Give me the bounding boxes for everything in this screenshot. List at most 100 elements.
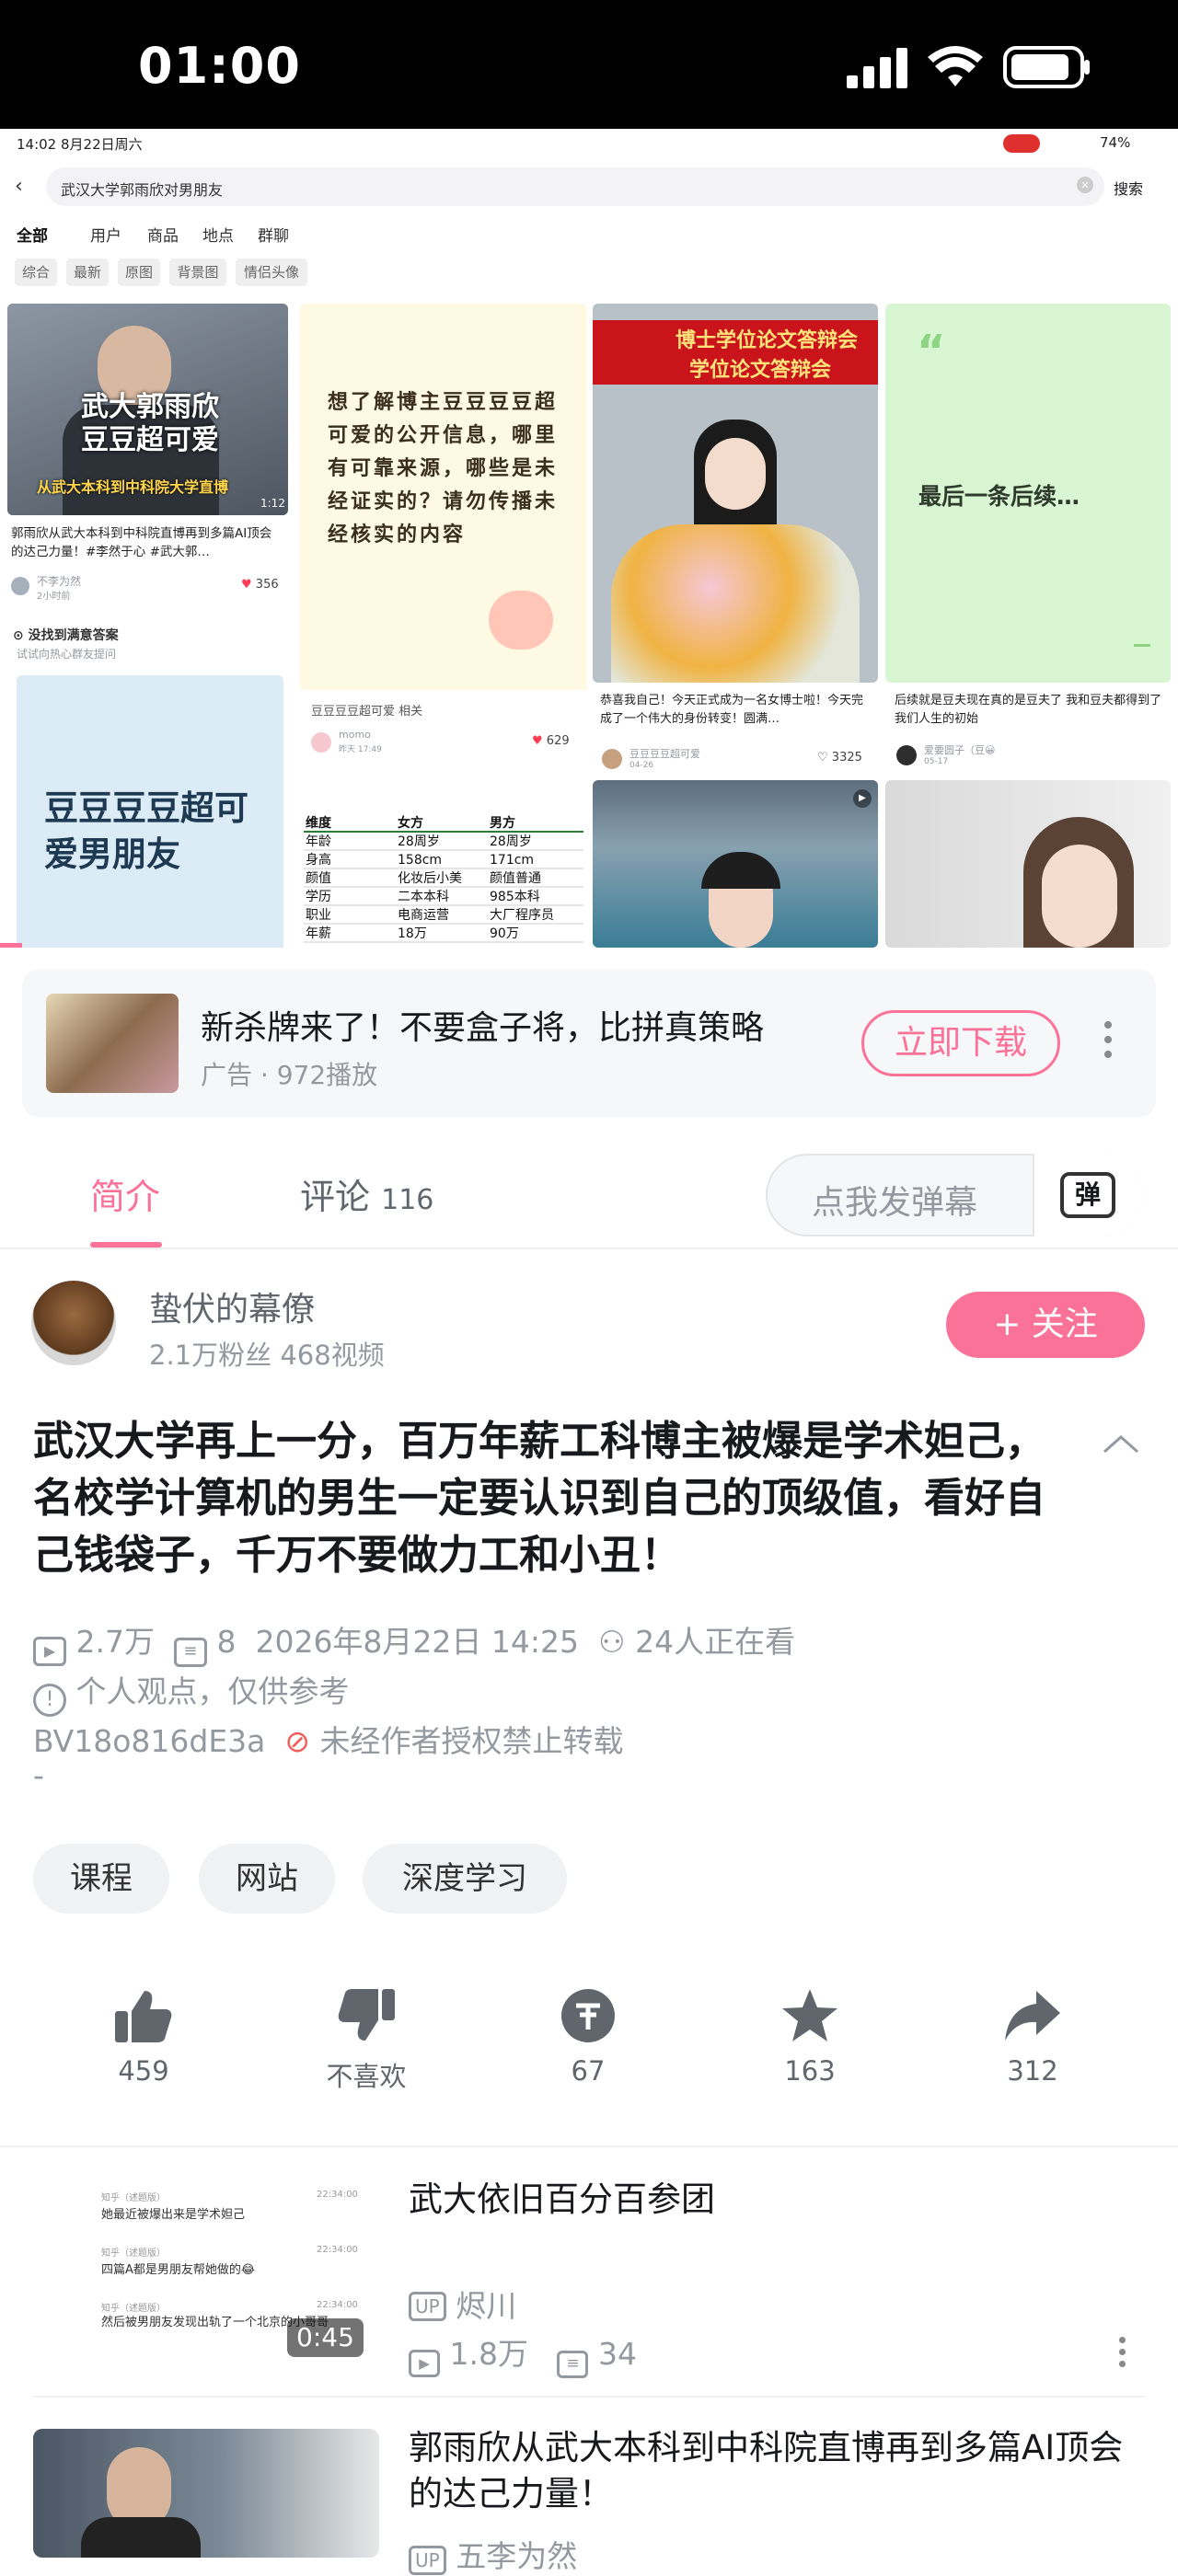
recorded-tab-places: 地点 [202,227,234,246]
recorded-search-query: 武汉大学郭雨欣对男朋友 [61,181,224,199]
tab-comments[interactable]: 评论 116 [300,1168,433,1219]
question-text: ⊙ 没找到满意答案 [13,628,119,643]
recommend-views: 1.8万 [449,2336,528,2372]
thumb-down-icon [338,1989,395,2041]
download-button[interactable]: 立即下载 [861,1010,1060,1076]
video-player[interactable]: 14:02 8月22日周六 74% ‹ 武汉大学郭雨欣对男朋友 × 搜索 全部 … [0,129,1178,948]
recorded-status-bar: 14:02 8月22日周六 74% [0,129,1178,156]
card-time: 04-26 [629,761,654,770]
card-banner: 博士学位论文答辩会 [676,329,859,352]
danmaku-count-icon: ≡ [557,2351,589,2378]
notice-text: 个人观点，仅供参考 [75,1673,350,1709]
publish-date: 2026年8月22日 14:25 [255,1624,580,1660]
recommend-more-icon[interactable] [1119,2337,1128,2367]
table-cell: 电商运营 [398,908,449,923]
recorded-card-table: 维度 女方 男方 年龄 28周岁 28周岁 身高 158cm 171cm 颜值 化妆后小美 颜值普通学… [300,810,587,948]
card-time: 昨天 17:49 [339,745,382,754]
follow-button[interactable]: + 关注 [946,1292,1145,1358]
recorded-time: 14:02 8月22日周六 [17,136,143,153]
table-cell: 158cm [398,853,442,868]
status-time: 01:00 [138,37,301,95]
recorded-search-bar: 武汉大学郭雨欣对男朋友 × [46,167,1104,206]
recorded-tab-all: 全部 [17,227,48,246]
bvid[interactable]: BV18o816dE3a [33,1723,265,1759]
recommend-title[interactable]: 武大依旧百分百参团 [409,2171,715,2221]
star-icon [782,1989,837,2041]
table-cell: 职业 [306,908,331,923]
avatar [311,732,331,753]
table-cell: 171cm [490,853,534,868]
table-cell: 二本本科 [398,890,449,904]
chat-time: 22:34:00 [317,2190,358,2200]
danmaku-toggle[interactable]: 弹 [1033,1154,1143,1236]
avatar [11,577,29,595]
collapse-icon[interactable] [1101,1432,1141,1455]
tag-item[interactable]: 网站 [199,1844,335,1914]
table-cell: 颜值 [306,871,331,886]
card-likes-count: 3325 [831,751,862,765]
like-count: 459 [118,2055,169,2087]
watching-count: 24人正在看 [635,1624,796,1660]
card-big-text: 最后一条后续… [918,483,1080,510]
recommend-thumbnail[interactable] [33,2429,379,2558]
card-user: 豆豆豆豆超可爱 [629,748,700,760]
recorded-filter: 综合 [15,259,57,286]
tab-intro[interactable]: 简介 [90,1168,160,1219]
more-icon[interactable] [1104,1021,1114,1058]
like-button[interactable]: 459 [75,1987,213,2087]
tag-item[interactable]: 课程 [33,1844,169,1914]
card-title: 恭喜我自己！今天正式成为一名女博士啦！今天完成了一个伟大的身份转变！圆满… [600,694,864,726]
coin-button[interactable]: 67 [519,1987,657,2087]
video-duration: 0:45 [287,2318,364,2357]
dislike-button[interactable]: 不喜欢 [297,1987,435,2094]
tag-item[interactable]: 深度学习 [363,1844,567,1914]
recorded-card-portrait [885,780,1171,948]
recommend-author-row: UP 烬川 [409,2282,516,2326]
tab-comments-label: 评论 [300,1177,371,1217]
chat-text: 四篇A都是男朋友帮她做的😂 [101,2263,256,2277]
chat-name: 知乎（述题版） [101,2248,166,2259]
table-cell: 90万 [490,926,519,941]
card-big-text: 豆豆豆豆超可爱男朋友 [44,788,248,874]
recommend-stats: ▶ 1.8万 ≡ 34 [409,2329,637,2378]
table-header-cell: 男方 [490,815,515,831]
card-title: 郭雨欣从武大本科到中科院直博再到多篇AI顶会的达己力量！#李然于心 #武大郭… [11,526,272,559]
card-banner: 学位论文答辩会 [689,359,832,382]
recommend-thumbnail[interactable]: 知乎（述题版） 22:34:00 她最近被爆出来是学术妲己 知乎（述题版） 22… [33,2169,379,2364]
divider [33,2396,1145,2398]
play-count-icon: ▶ [409,2350,440,2377]
share-icon [1005,1991,1060,2041]
recorded-card-info: 想了解博主豆豆豆豆超可爱的公开信息，哪里有可靠来源，哪些是未经证实的？请勿传播未… [300,304,587,808]
recorded-search-button: 搜索 [1114,180,1144,198]
chat-text: 她最近被爆出来是学术妲己 [101,2208,246,2222]
avatar [602,749,622,769]
recorded-card-question: 豆豆豆豆超可爱男朋友 [17,675,283,948]
question-label: 没找到满意答案 [28,628,119,643]
table-header-cell: 女方 [398,815,423,831]
recorded-filter: 背景图 [169,259,226,286]
favorite-button[interactable]: 163 [741,1987,879,2087]
view-count: 2.7万 [75,1624,155,1660]
description-dash: - [33,1757,44,1793]
opinion-notice: ! 个人观点，仅供参考 [33,1667,350,1717]
mascot-icon [489,591,553,650]
video-meta: ▶ 2.7万 ≡ 8 2026年8月22日 14:25 ⚇ 24人正在看 [33,1617,795,1667]
card-overlay-text: 武大郭雨欣 [81,391,219,423]
table-cell: 学历 [306,890,331,904]
ad-card[interactable]: 新杀牌来了！不要盒子将，比拼真策略 广告 · 972播放 立即下载 [22,970,1156,1117]
card-banner: 从武大本科到中科院大学直博 [37,478,229,496]
uploader-stats: 2.1万粉丝 468视频 [149,1340,385,1371]
uploader-avatar[interactable] [31,1281,116,1365]
comments-count: 116 [381,1184,434,1216]
avatar [896,745,917,765]
uploader-name[interactable]: 蛰伏的幕僚 [149,1282,315,1330]
share-button[interactable]: 312 [964,1987,1102,2087]
recommend-title[interactable]: 郭雨欣从武大本科到中科院直博再到多篇AI顶会的达己力量！ [409,2425,1145,2517]
card-time: 2小时前 [37,592,71,602]
card-info-text: 想了解博主豆豆豆豆超可爱的公开信息，哪里有可靠来源，哪些是未经证实的？请勿传播未… [328,391,559,546]
danmaku-input[interactable]: 点我发弹幕 弹 [766,1154,1143,1236]
recommend-author: 烬川 [456,2288,517,2324]
copyright-row: BV18o816dE3a ⊘ 未经作者授权禁止转载 [33,1717,624,1761]
heart-icon: ♥ [532,734,543,748]
card-user: 爱要圆子（豆😀 [924,744,996,756]
